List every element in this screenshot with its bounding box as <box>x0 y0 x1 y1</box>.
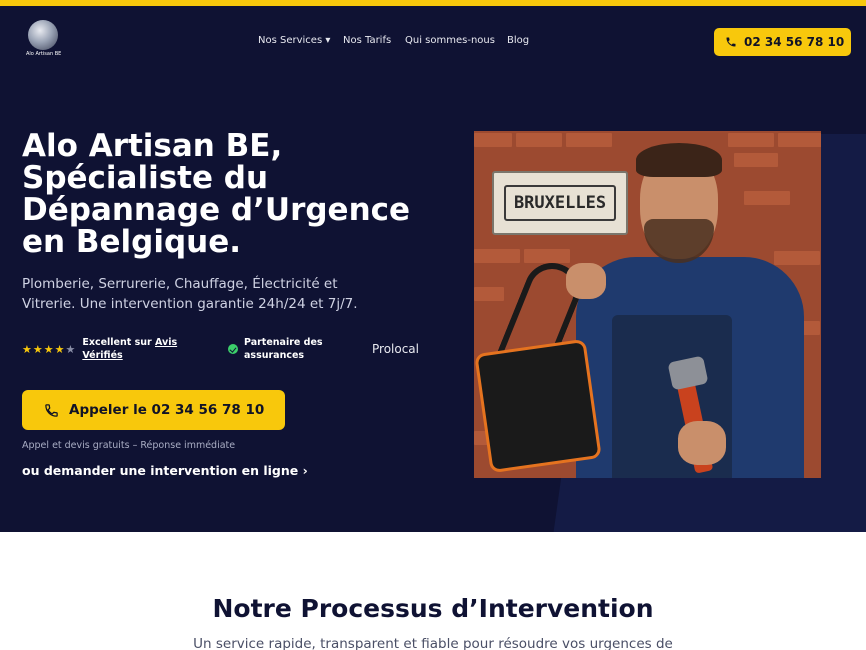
process-subtitle: Un service rapide, transparent et fiable… <box>193 636 673 650</box>
brick <box>744 191 790 205</box>
person-hand-right <box>678 421 726 465</box>
rating-stars: ★★★★★ <box>22 342 77 356</box>
toolbag <box>474 338 602 474</box>
rating-text: Excellent sur Avis Vérifiés <box>82 337 178 361</box>
call-button-label: Appeler le 02 34 56 78 10 <box>69 402 265 418</box>
online-request-link[interactable]: ou demander une intervention en ligne › <box>22 463 308 478</box>
brick <box>566 133 612 147</box>
brick <box>728 133 774 147</box>
person-hand-left <box>566 263 606 299</box>
rating-badge: ★★★★★ Excellent sur Avis Vérifiés <box>22 336 187 362</box>
hero-section: Alo Artisan BE, Spécialiste du Dépannage… <box>0 74 866 532</box>
nav-item-blog[interactable]: Blog <box>507 35 529 46</box>
partner-text: Partenaire des assurances <box>244 337 323 361</box>
insurance-partner-badge: Partenaire des assurances <box>228 336 344 362</box>
phone-icon <box>45 403 58 417</box>
nav-item-about[interactable]: Qui sommes-nous <box>405 35 495 46</box>
call-button[interactable]: Appeler le 02 34 56 78 10 <box>22 390 285 430</box>
nav-item-tarifs[interactable]: Nos Tarifs <box>343 35 391 46</box>
brick <box>774 251 820 265</box>
bruxelles-sign: BRUXELLES <box>492 171 628 235</box>
sign-text: BRUXELLES <box>503 185 617 221</box>
process-section: Notre Processus d’Intervention Un servic… <box>0 532 866 650</box>
brick <box>734 153 778 167</box>
brick <box>516 133 562 147</box>
process-title: Notre Processus d’Intervention <box>212 594 654 623</box>
hero-subtitle: Plomberie, Serrurerie, Chauffage, Électr… <box>22 276 358 312</box>
cta-note: Appel et devis gratuits – Réponse immédi… <box>22 440 236 451</box>
logo-text: Alo Artisan BE <box>26 51 62 57</box>
phone-icon <box>726 37 736 47</box>
hero-photo: BRUXELLES <box>474 131 821 478</box>
person-hair <box>636 143 722 177</box>
nav-item-services[interactable]: Nos Services ▾ <box>258 35 330 46</box>
brick <box>778 133 821 147</box>
check-circle-icon <box>228 344 238 354</box>
brick <box>474 287 504 301</box>
brick <box>524 249 570 263</box>
header-phone-label: 02 34 56 78 10 <box>744 35 845 49</box>
brick <box>474 249 520 263</box>
logo-emblem <box>28 20 58 50</box>
logo[interactable]: Alo Artisan BE <box>26 20 62 64</box>
hero-title: Alo Artisan BE, Spécialiste du Dépannage… <box>22 128 411 260</box>
site-header: Alo Artisan BE Nos Services ▾ Nos Tarifs… <box>0 6 866 74</box>
prolocal-badge: Prolocal <box>372 342 419 356</box>
brick <box>474 133 512 147</box>
header-phone-button[interactable]: 02 34 56 78 10 <box>714 28 851 56</box>
